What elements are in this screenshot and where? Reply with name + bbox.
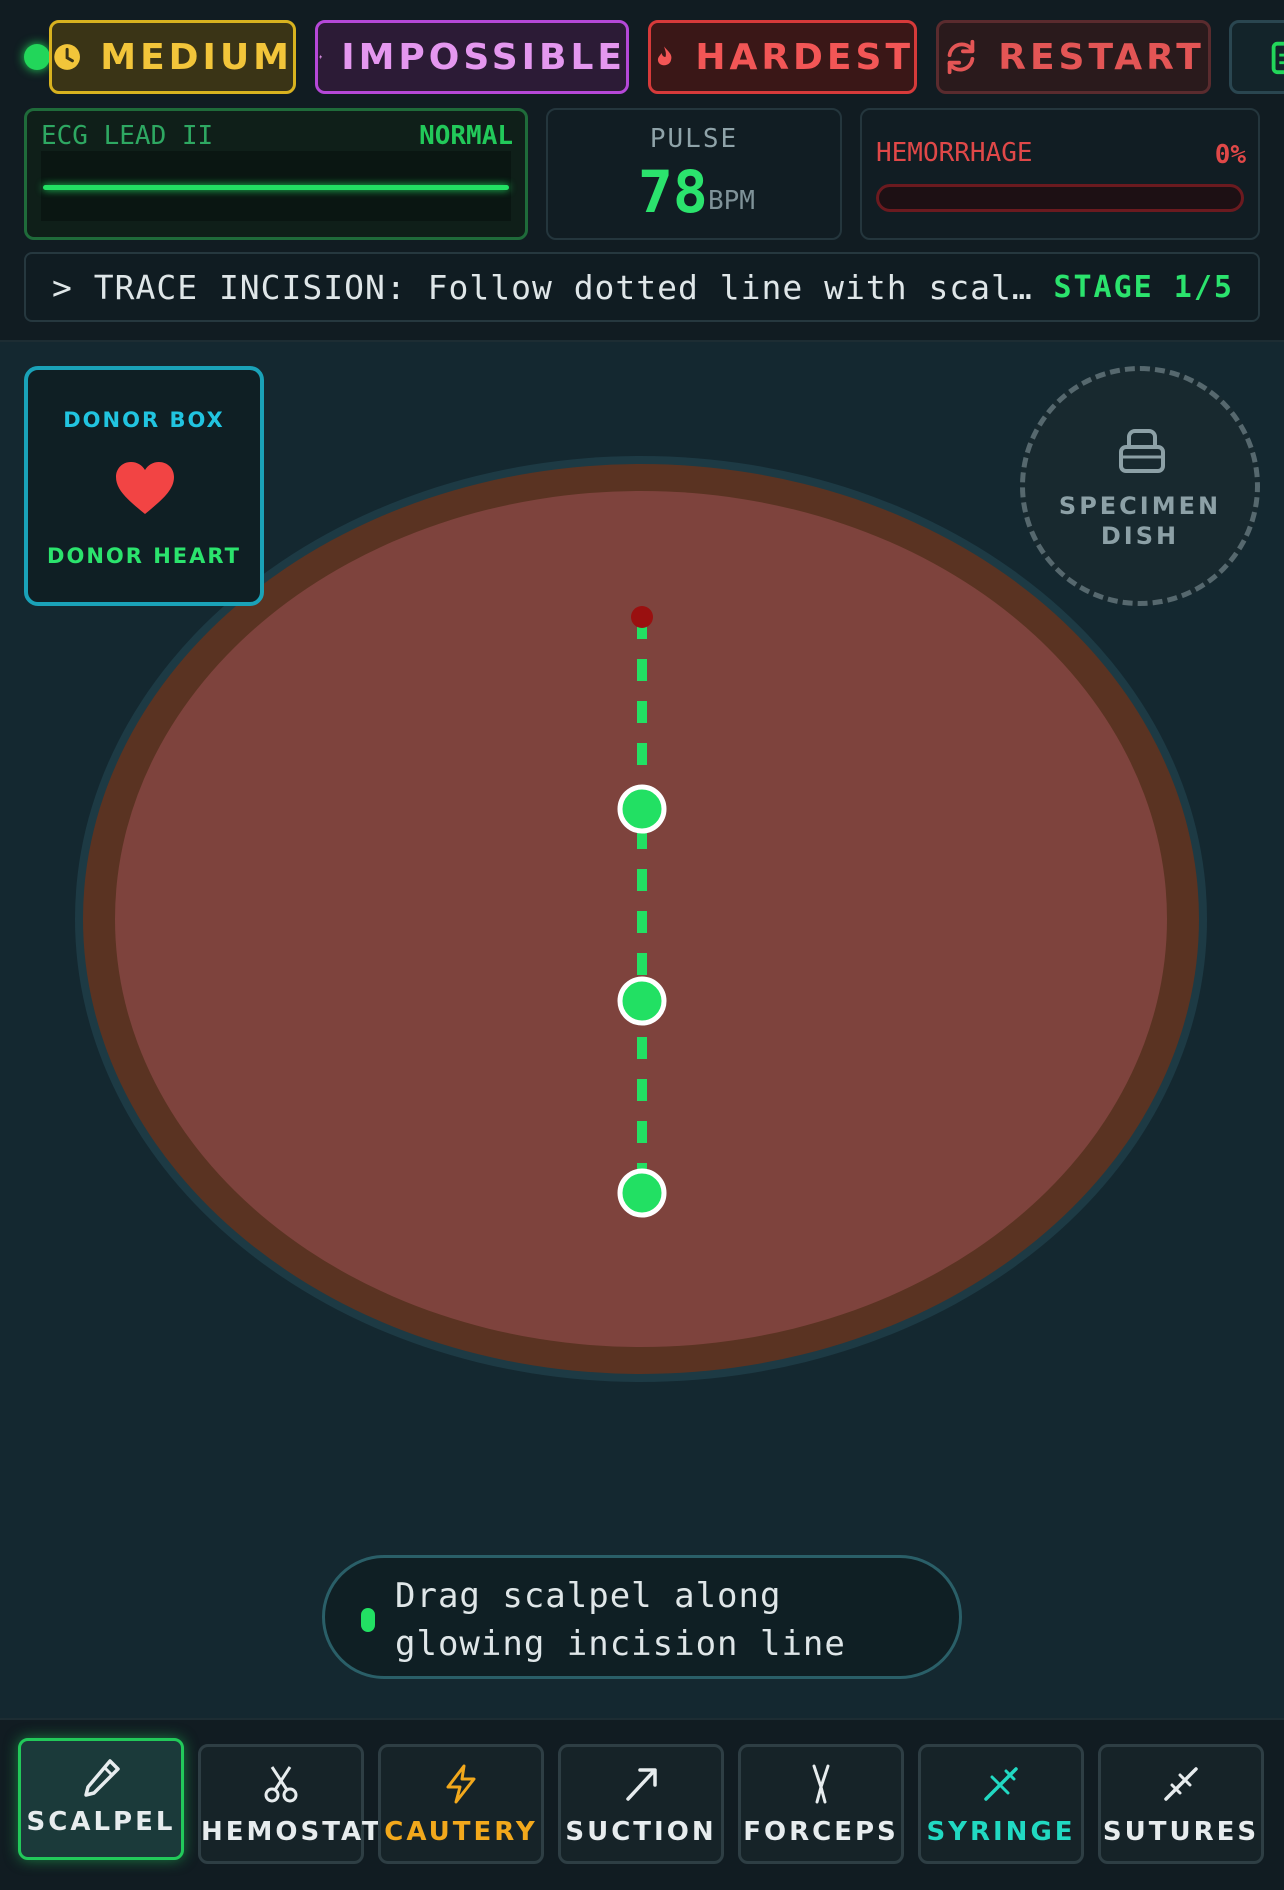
hemorrhage-value: 0% [1214,140,1246,170]
donor-box-title: DONOR BOX [63,408,225,432]
hint-line-2: glowing incision line [395,1624,846,1664]
needle-icon [1164,1767,1198,1801]
tool-scalpel[interactable]: SCALPEL [18,1738,184,1860]
hemorrhage-label: HEMORRHAGE [876,138,1033,168]
status-indicator [24,44,50,70]
donor-box[interactable]: DONOR BOX DONOR HEART [24,366,264,606]
incision-checkpoint[interactable] [617,1168,667,1218]
hint-indicator [361,1608,375,1632]
pulse-monitor: PULSE 78 BPM [546,108,842,240]
tool-hemostat[interactable]: HEMOSTAT [198,1744,383,1864]
impossible-label: IMPOSSIBLE [341,36,626,78]
tool-label: HEMOSTAT [201,1817,383,1847]
incision-start-marker[interactable] [631,606,653,628]
hardest-label: HARDEST [695,36,914,78]
hint-bubble: Drag scalpel along glowing incision line [322,1555,962,1679]
restart-label: RESTART [998,36,1205,78]
hint-line-1: Drag scalpel along [395,1576,782,1616]
hemorrhage-bar [876,184,1244,212]
stage-indicator: STAGE 1/5 [1053,270,1234,305]
tool-label: CAUTERY [384,1817,538,1847]
restart-icon [947,39,975,75]
specimen-dish[interactable]: SPECIMEN DISH [1020,366,1260,606]
ecg-label: ECG LEAD II [41,121,214,151]
scalpel-icon [84,1759,120,1797]
tool-forceps[interactable]: FORCEPS [738,1744,904,1864]
scissors-icon [264,1766,298,1803]
incision-checkpoint[interactable] [617,976,667,1026]
tool-label: SUTURES [1102,1817,1260,1847]
tool-label: FORCEPS [743,1817,899,1847]
impossible-difficulty-button[interactable]: IMPOSSIBLE [315,20,629,94]
tool-syringe[interactable]: SYRINGE [918,1744,1084,1864]
hemorrhage-monitor: HEMORRHAGE 0% [860,108,1260,240]
hardest-difficulty-button[interactable]: HARDEST [648,20,917,94]
ecg-trace-line [43,185,509,190]
restart-button[interactable]: RESTART [936,20,1211,94]
tool-suction[interactable]: SUCTION [558,1744,724,1864]
dish-icon [1119,429,1165,473]
tool-cautery[interactable]: CAUTERY [378,1744,544,1864]
tool-sutures[interactable]: SUTURES [1098,1744,1264,1864]
flame-icon [657,46,672,66]
specimen-dish-label-1: SPECIMEN [1058,492,1222,520]
lightning-icon [319,54,323,60]
forceps-icon [812,1764,830,1804]
specimen-dish-label-2: DISH [1100,522,1180,550]
pulse-value: 78 [638,158,708,226]
suction-arrow-icon [626,1768,657,1801]
instruction-banner: > TRACE INCISION: Follow dotted line wit… [24,252,1260,322]
surgery-game-app: MEDIUM IMPOSSIBLE HARDEST RESTART ECG LE… [0,0,1284,1890]
ecg-monitor: ECG LEAD II NORMAL [24,108,528,240]
pulse-label: PULSE [649,124,739,154]
tool-label: SCALPEL [26,1807,176,1837]
medium-label: MEDIUM [100,36,293,78]
ecg-trace-screen [41,151,511,221]
medium-difficulty-button[interactable]: MEDIUM [49,20,296,94]
lightning-icon [446,1764,476,1804]
clock-icon [54,44,80,70]
tool-label: SUCTION [565,1817,717,1847]
clipboard-icon [1271,41,1284,75]
clipboard-button[interactable] [1229,20,1284,94]
top-bar: MEDIUM IMPOSSIBLE HARDEST RESTART ECG LE… [0,0,1284,342]
syringe-icon [984,1767,1018,1801]
donor-heart-label: DONOR HEART [47,544,241,568]
pulse-unit: BPM [708,186,755,216]
tool-label: SYRINGE [926,1817,1076,1847]
incision-checkpoint[interactable] [617,784,667,834]
ecg-status: NORMAL [419,121,513,151]
heart-icon[interactable] [114,460,176,516]
instruction-text: > TRACE INCISION: Follow dotted line wit… [52,268,1033,307]
